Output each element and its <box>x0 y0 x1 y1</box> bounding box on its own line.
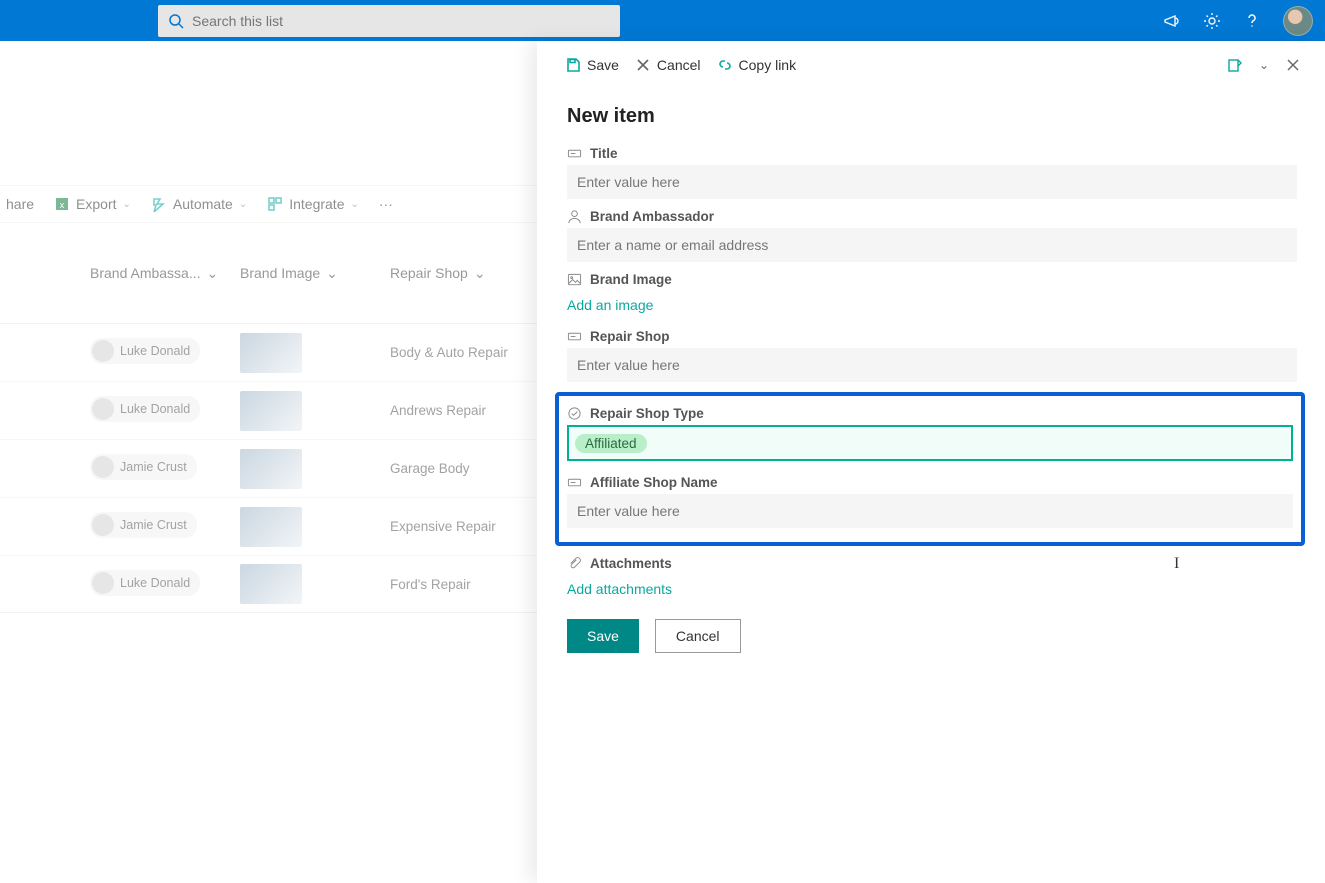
affiliate-shop-name-label: Affiliate Shop Name <box>567 475 1293 490</box>
automate-button[interactable]: Automate⌄ <box>151 196 247 212</box>
new-item-panel: Save Cancel Copy link ⌄ New item Title <box>537 41 1325 883</box>
integrate-button[interactable]: Integrate⌄ <box>267 196 359 212</box>
choice-icon <box>567 406 582 421</box>
repair-shop-input[interactable] <box>567 348 1297 382</box>
edit-form-icon[interactable] <box>1227 57 1243 73</box>
highlight-annotation: Repair Shop Type Affiliated Affiliate Sh… <box>555 392 1305 546</box>
svg-text:x: x <box>60 200 65 210</box>
search-input[interactable] <box>192 13 610 29</box>
repair-shop-type-label: Repair Shop Type <box>567 406 1293 421</box>
panel-cancel-button[interactable]: Cancel <box>635 57 701 73</box>
gear-icon[interactable] <box>1203 12 1221 30</box>
attachments-label: Attachments <box>567 556 1297 571</box>
repair-shop-type-select[interactable]: Affiliated <box>567 425 1293 461</box>
column-repair-shop[interactable]: Repair Shop⌄ <box>390 265 540 282</box>
brand-image-label: Brand Image <box>567 272 1297 287</box>
cancel-button[interactable]: Cancel <box>655 619 741 653</box>
chevron-down-icon[interactable]: ⌄ <box>1259 58 1269 72</box>
help-icon[interactable] <box>1243 12 1261 30</box>
close-icon[interactable] <box>1285 57 1301 73</box>
column-brand-ambassador[interactable]: Brand Ambassa...⌄ <box>90 265 240 282</box>
search-icon <box>168 13 184 29</box>
brand-ambassador-label: Brand Ambassador <box>567 209 1297 224</box>
paperclip-icon <box>567 556 582 571</box>
add-attachments-link[interactable]: Add attachments <box>567 575 672 603</box>
share-button[interactable]: hare <box>6 196 34 212</box>
save-button[interactable]: Save <box>567 619 639 653</box>
image-icon <box>567 272 582 287</box>
panel-save-button[interactable]: Save <box>565 57 619 73</box>
person-icon <box>567 209 582 224</box>
column-brand-image[interactable]: Brand Image⌄ <box>240 265 390 282</box>
overflow-icon[interactable]: ··· <box>379 196 393 212</box>
person-pill: Luke Donald <box>90 338 200 364</box>
suite-bar <box>0 0 1325 41</box>
title-label: Title <box>567 146 1297 161</box>
avatar[interactable] <box>1283 6 1313 36</box>
export-button[interactable]: x Export⌄ <box>54 196 131 212</box>
panel-title: New item <box>567 105 1297 128</box>
add-image-link[interactable]: Add an image <box>567 291 653 319</box>
search-box[interactable] <box>158 5 620 37</box>
copy-link-button[interactable]: Copy link <box>717 57 797 73</box>
affiliate-shop-name-input[interactable] <box>567 494 1293 528</box>
panel-toolbar: Save Cancel Copy link ⌄ <box>537 41 1325 89</box>
title-input[interactable] <box>567 165 1297 199</box>
brand-image-thumb <box>240 333 302 373</box>
megaphone-icon[interactable] <box>1163 12 1181 30</box>
text-field-icon <box>567 329 582 344</box>
repair-shop-cell: Body & Auto Repair <box>390 345 540 360</box>
repair-shop-label: Repair Shop <box>567 329 1297 344</box>
text-field-icon <box>567 146 582 161</box>
choice-value: Affiliated <box>575 434 647 453</box>
text-field-icon <box>567 475 582 490</box>
brand-ambassador-input[interactable] <box>567 228 1297 262</box>
